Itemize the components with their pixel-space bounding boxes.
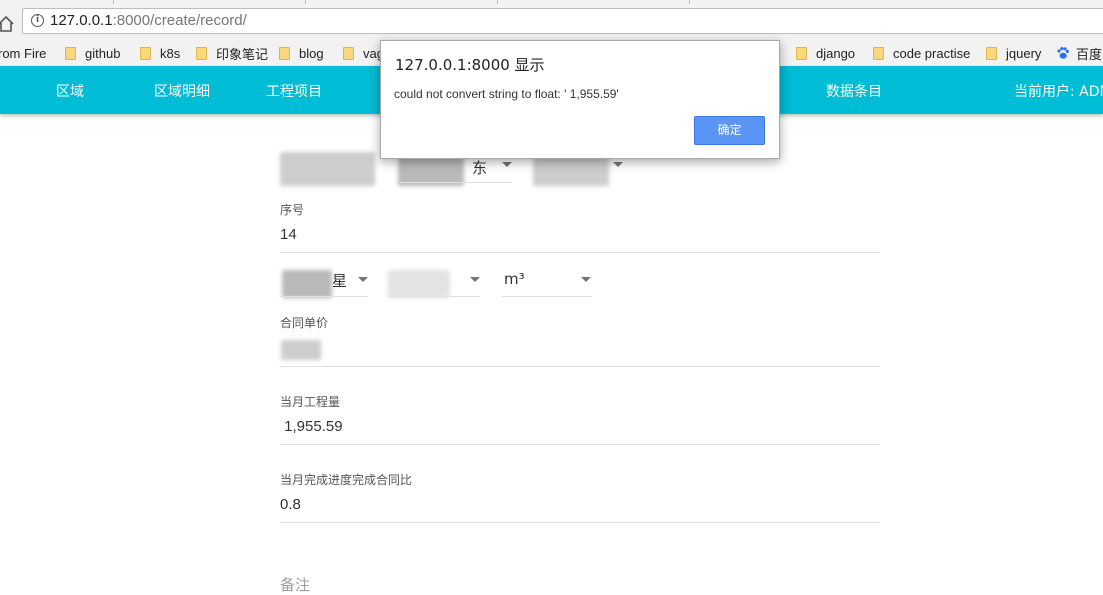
alert-dialog: 127.0.0.1:8000 显示 could not convert stri… bbox=[380, 40, 780, 159]
monthly-quantity-underline bbox=[280, 444, 880, 445]
browser-toolbar: i 127.0.0.1:8000/create/record/ bbox=[0, 6, 1103, 40]
monthly-quantity-input[interactable]: 1,955.59 bbox=[280, 418, 342, 435]
folder-icon bbox=[796, 46, 807, 60]
folder-icon bbox=[65, 46, 76, 60]
bookmark-label: 印象笔记 bbox=[216, 46, 269, 62]
monthly-quantity-label: 当月工程量 bbox=[280, 395, 341, 409]
bookmark-item[interactable]: github bbox=[65, 44, 120, 62]
bookmark-item[interactable]: code practise bbox=[873, 44, 970, 62]
bookmark-label: jquery bbox=[1006, 45, 1042, 61]
bookmark-label: rom Fire bbox=[0, 45, 47, 61]
url-host: 127.0.0.1 bbox=[50, 12, 113, 29]
select-underline bbox=[388, 296, 480, 297]
tab-divider bbox=[305, 0, 306, 4]
bookmark-item[interactable]: vag bbox=[343, 44, 384, 62]
chevron-down-icon bbox=[470, 277, 480, 282]
unit-price-label: 合同单价 bbox=[280, 316, 329, 330]
redacted-value bbox=[280, 152, 375, 186]
redacted-value bbox=[282, 270, 332, 298]
serial-underline bbox=[280, 252, 880, 253]
select-underline bbox=[400, 182, 512, 183]
redacted-value bbox=[281, 340, 321, 360]
bookmark-label: github bbox=[85, 45, 121, 61]
bookmark-item[interactable]: django bbox=[796, 44, 855, 62]
nav-item-region-detail[interactable]: 区域明细 bbox=[154, 81, 210, 101]
nav-item-projects[interactable]: 工程项目 bbox=[266, 81, 322, 101]
tab-divider bbox=[689, 0, 690, 4]
select-value: 东 bbox=[472, 159, 488, 177]
url-path: :8000/create/record/ bbox=[112, 12, 247, 29]
nav-item-region[interactable]: 区域 bbox=[56, 81, 84, 101]
bookmark-item[interactable]: 百度 bbox=[1056, 44, 1102, 62]
address-bar[interactable]: i 127.0.0.1:8000/create/record/ bbox=[22, 8, 1103, 34]
bookmark-item[interactable]: blog bbox=[279, 44, 324, 62]
bookmark-label: code practise bbox=[893, 45, 971, 61]
bookmark-item[interactable]: rom Fire bbox=[0, 44, 46, 62]
unit-price-underline bbox=[280, 366, 880, 367]
bookmark-label: blog bbox=[299, 45, 324, 61]
bookmark-label: k8s bbox=[160, 45, 181, 61]
chevron-down-icon bbox=[502, 162, 512, 167]
chevron-down-icon bbox=[613, 162, 623, 167]
select-value: m³ bbox=[504, 270, 525, 288]
bookmark-item[interactable]: jquery bbox=[986, 44, 1041, 62]
serial-input[interactable]: 14 bbox=[280, 226, 297, 243]
folder-icon bbox=[343, 46, 354, 60]
folder-icon bbox=[196, 46, 207, 60]
current-user[interactable]: 当前用户: ADM bbox=[1014, 81, 1103, 101]
dialog-title: 127.0.0.1:8000 显示 bbox=[395, 56, 545, 74]
progress-ratio-input[interactable]: 0.8 bbox=[280, 496, 301, 513]
folder-icon bbox=[279, 46, 290, 60]
folder-icon bbox=[140, 46, 151, 60]
progress-ratio-underline bbox=[280, 522, 880, 523]
bookmark-label: 百度 bbox=[1076, 46, 1103, 62]
tab-divider bbox=[497, 0, 498, 4]
baidu-paw-icon bbox=[1057, 47, 1069, 59]
select-value: 星 bbox=[332, 272, 348, 290]
redacted-value bbox=[388, 270, 450, 298]
site-info-icon[interactable]: i bbox=[31, 14, 44, 27]
url-text[interactable]: 127.0.0.1:8000/create/record/ bbox=[50, 12, 247, 29]
nav-item-records[interactable]: 数据条目 bbox=[826, 81, 882, 101]
chevron-down-icon bbox=[581, 277, 591, 282]
chevron-down-icon bbox=[358, 277, 368, 282]
bookmark-item[interactable]: 印象笔记 bbox=[196, 44, 268, 62]
ok-button[interactable]: 确定 bbox=[694, 116, 765, 145]
select-underline bbox=[280, 296, 368, 297]
folder-icon bbox=[873, 46, 884, 60]
bookmark-label: django bbox=[816, 45, 856, 61]
bookmark-item[interactable]: k8s bbox=[140, 44, 180, 62]
progress-ratio-label: 当月完成进度完成合同比 bbox=[280, 473, 413, 487]
folder-icon bbox=[986, 46, 997, 60]
dialog-message: could not convert string to float: ' 1,9… bbox=[394, 87, 619, 101]
select-underline bbox=[502, 296, 592, 297]
home-icon[interactable] bbox=[0, 15, 15, 33]
tab-divider bbox=[113, 0, 114, 4]
serial-label: 序号 bbox=[280, 203, 305, 217]
